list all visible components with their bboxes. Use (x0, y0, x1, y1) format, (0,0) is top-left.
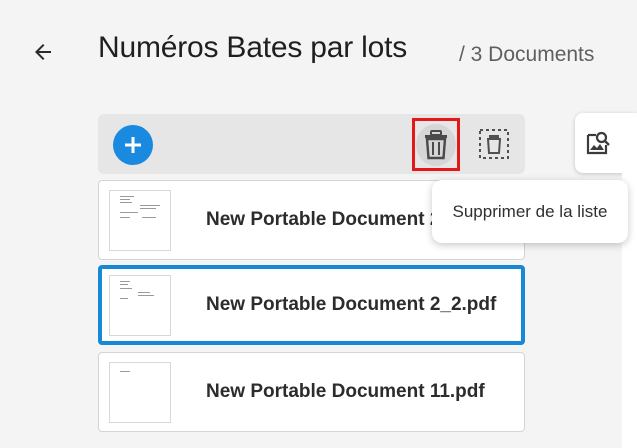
document-count: / 3 Documents (459, 43, 595, 66)
add-document-button[interactable] (113, 125, 153, 165)
select-all-button[interactable] (476, 126, 512, 162)
document-list-item-selected[interactable]: New Portable Document 2_2.pdf (98, 265, 525, 345)
page-title: Numéros Bates par lots (98, 31, 408, 64)
bates-batch-page: Numéros Bates par lots / 3 Documents New… (0, 0, 637, 448)
preview-panel-edge (622, 130, 637, 448)
back-button[interactable] (27, 36, 59, 68)
delete-button-hover (416, 123, 456, 166)
document-list-item[interactable]: New Portable Document 11.pdf (98, 352, 525, 432)
image-search-icon (586, 131, 610, 155)
document-toolbar (98, 114, 525, 174)
delete-from-list-button[interactable] (412, 118, 460, 171)
document-name: New Portable Document 2_2.pdf (206, 294, 497, 315)
select-all-icon (479, 129, 509, 159)
arrow-left-icon (35, 44, 51, 60)
delete-tooltip: Supprimer de la liste (432, 180, 628, 243)
document-thumbnail (109, 275, 171, 336)
document-thumbnail (109, 362, 171, 423)
document-thumbnail (109, 190, 171, 251)
trash-icon (425, 129, 447, 159)
plus-icon (125, 137, 141, 153)
document-name: New Portable Document 11.pdf (206, 381, 485, 402)
